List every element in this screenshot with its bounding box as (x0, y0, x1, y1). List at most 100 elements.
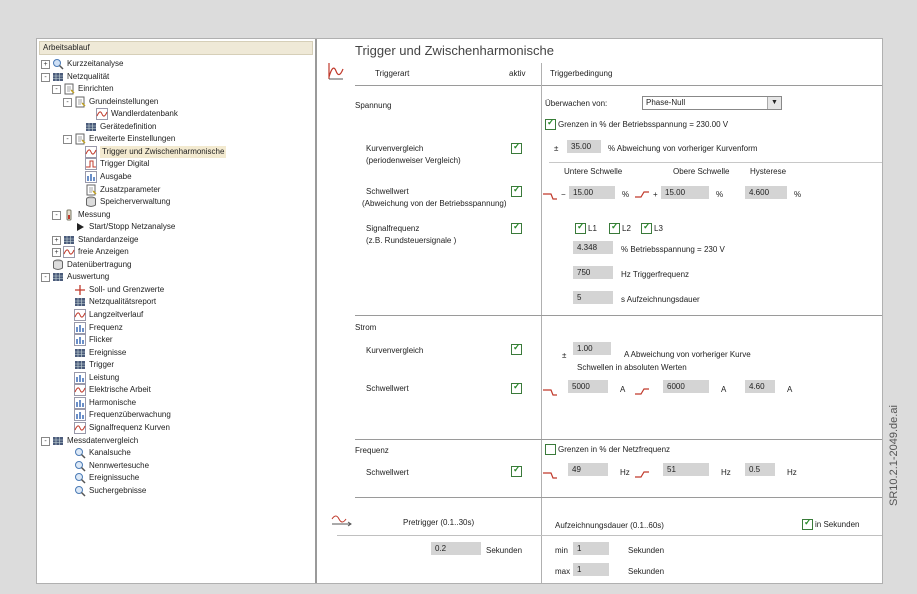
tree-item-label: Datenübertragung (67, 260, 132, 269)
pretrigger-input[interactable]: 0.2 (431, 542, 481, 555)
wave-icon (74, 309, 86, 321)
frequenz-hysterese-unit: Hz (787, 468, 797, 477)
tree-item-label: Harmonische (89, 398, 137, 407)
collapse-icon[interactable]: - (52, 85, 61, 94)
strom-obere-unit: A (721, 385, 727, 394)
kurvenvergleich-unit: % Abweichung von vorheriger Kurvenform (608, 144, 758, 153)
strom-obere-input[interactable]: 6000 (663, 380, 709, 393)
image-reference-watermark: SR10.2.1-2049.de.ai (888, 405, 900, 506)
pretrigger-label: Pretrigger (0.1..30s) (403, 518, 475, 527)
collapse-icon[interactable]: - (41, 273, 50, 282)
max-input[interactable]: 1 (573, 563, 609, 576)
max-unit: Sekunden (628, 567, 665, 576)
strom-untere-unit: A (620, 385, 626, 394)
tree-item-label: Soll- und Grenzwerte (89, 285, 165, 294)
frequenz-hysterese-input[interactable]: 0.5 (745, 463, 775, 476)
tree-item-label: Netzqualität (67, 72, 110, 81)
chevron-down-icon: ▼ (767, 97, 781, 109)
trigger-settings-panel: Trigger und Zwischenharmonische Triggera… (317, 39, 882, 583)
kurvenvergleich-label: Kurvenvergleich (366, 144, 424, 153)
doc-icon (74, 96, 86, 108)
signal-percent-unit: % Betriebsspannung = 230 V (621, 245, 725, 254)
frequenz-obere-input[interactable]: 51 (663, 463, 709, 476)
aufzeichnungsdauer-range-label: Aufzeichnungsdauer (0.1..60s) (555, 521, 664, 530)
pretrigger-divider (355, 497, 882, 498)
l3-checkbox[interactable] (641, 221, 652, 234)
kurvenvergleich-aktiv-checkbox[interactable] (511, 141, 522, 154)
grenzen-spannung-checkbox[interactable] (545, 117, 556, 130)
obere-unit: % (716, 190, 724, 199)
tree-item-label: Einrichten (78, 84, 114, 93)
frequenz-schwellwert-checkbox[interactable] (511, 464, 522, 477)
header-divider (355, 85, 882, 86)
collapse-icon[interactable]: - (41, 437, 50, 446)
kurvenvergleich-input[interactable]: 35.00 (567, 140, 601, 153)
strom-label: Strom (355, 323, 377, 332)
ueberwachen-select[interactable]: Phase-Null ▼ (642, 96, 782, 110)
signalfrequenz-aktiv-checkbox[interactable] (511, 221, 522, 234)
tree-item-label: Ereignisse (89, 348, 127, 357)
signal-percent-input[interactable]: 4.348 (573, 241, 613, 254)
untere-schwelle-input[interactable]: 15.00 (569, 186, 615, 199)
tree-header-label: Arbeitsablauf (43, 43, 90, 52)
in-sekunden-checkbox[interactable] (802, 517, 813, 530)
tree-item-label: Frequenz (89, 323, 123, 332)
strom-kurven-unit: A Abweichung von vorheriger Kurve (624, 350, 751, 359)
min-input[interactable]: 1 (573, 542, 609, 555)
rising-edge-icon (635, 388, 649, 395)
expand-icon[interactable]: + (52, 236, 61, 245)
bars-icon (74, 372, 86, 384)
strom-untere-input[interactable]: 5000 (568, 380, 608, 393)
strom-hysterese-input[interactable]: 4.60 (745, 380, 775, 393)
l2-checkbox[interactable] (609, 221, 620, 234)
aufzeichnungsdauer-unit: s Aufzeichnungsdauer (621, 295, 700, 304)
application-window: Arbeitsablauf + Kurzzeitanalyse - Netzquali… (36, 38, 883, 584)
collapse-icon[interactable]: - (63, 98, 72, 107)
l1-checkbox[interactable] (575, 221, 586, 234)
pretrigger-unit: Sekunden (486, 546, 523, 555)
schwellwert-spannung-aktiv-checkbox[interactable] (511, 184, 522, 197)
aufzeichnungsdauer-input[interactable]: 5 (573, 291, 613, 304)
wave-icon (96, 108, 108, 120)
tree-item-label: Nennwertesuche (89, 461, 150, 470)
strom-kurvenvergleich-label: Kurvenvergleich (366, 346, 424, 355)
frequenz-untere-input[interactable]: 49 (568, 463, 608, 476)
hysterese-unit: % (794, 190, 802, 199)
trig-icon (85, 158, 97, 170)
grid-icon (52, 271, 64, 283)
grenzen-frequenz-checkbox[interactable] (545, 444, 556, 455)
tree-item-label: Frequenzüberwachung (89, 410, 171, 419)
untere-minus: − (561, 190, 566, 199)
expand-icon[interactable]: + (41, 60, 50, 69)
obere-schwelle-input[interactable]: 15.00 (661, 186, 709, 199)
ueberwachen-value: Phase-Null (646, 98, 686, 107)
ueberwachen-label: Überwachen von: (545, 99, 608, 108)
l2-label: L2 (622, 224, 631, 233)
rising-edge-icon (635, 471, 649, 478)
hysterese-input[interactable]: 4.600 (745, 186, 787, 199)
strom-kurvenvergleich-checkbox[interactable] (511, 342, 522, 355)
bars-icon (85, 171, 97, 183)
obere-schwelle-header: Obere Schwelle (673, 167, 730, 176)
triggerfrequenz-input[interactable]: 750 (573, 266, 613, 279)
signalfrequenz-sublabel: (z.B. Rundsteuersignale ) (366, 236, 457, 245)
col-triggerbedingung: Triggerbedingung (550, 69, 613, 78)
col-triggerart: Triggerart (375, 69, 410, 78)
collapse-icon[interactable]: - (52, 211, 61, 220)
collapse-icon[interactable]: - (63, 135, 72, 144)
search-icon (74, 472, 86, 484)
collapse-icon[interactable]: - (41, 73, 50, 82)
falling-edge-icon (543, 193, 557, 200)
chart-icon (52, 58, 64, 70)
l3-label: L3 (654, 224, 663, 233)
spannung-label: Spannung (355, 101, 392, 110)
wave-icon (74, 422, 86, 434)
strom-divider (355, 315, 882, 316)
expand-icon[interactable]: + (52, 248, 61, 257)
strom-kurven-input[interactable]: 1.00 (573, 342, 611, 355)
search-icon (74, 485, 86, 497)
strom-schwellwert-checkbox[interactable] (511, 381, 522, 394)
page-title: Trigger und Zwischenharmonische (355, 43, 554, 58)
pretrigger-header-line (337, 535, 882, 536)
schwelle-header-line (549, 162, 882, 163)
